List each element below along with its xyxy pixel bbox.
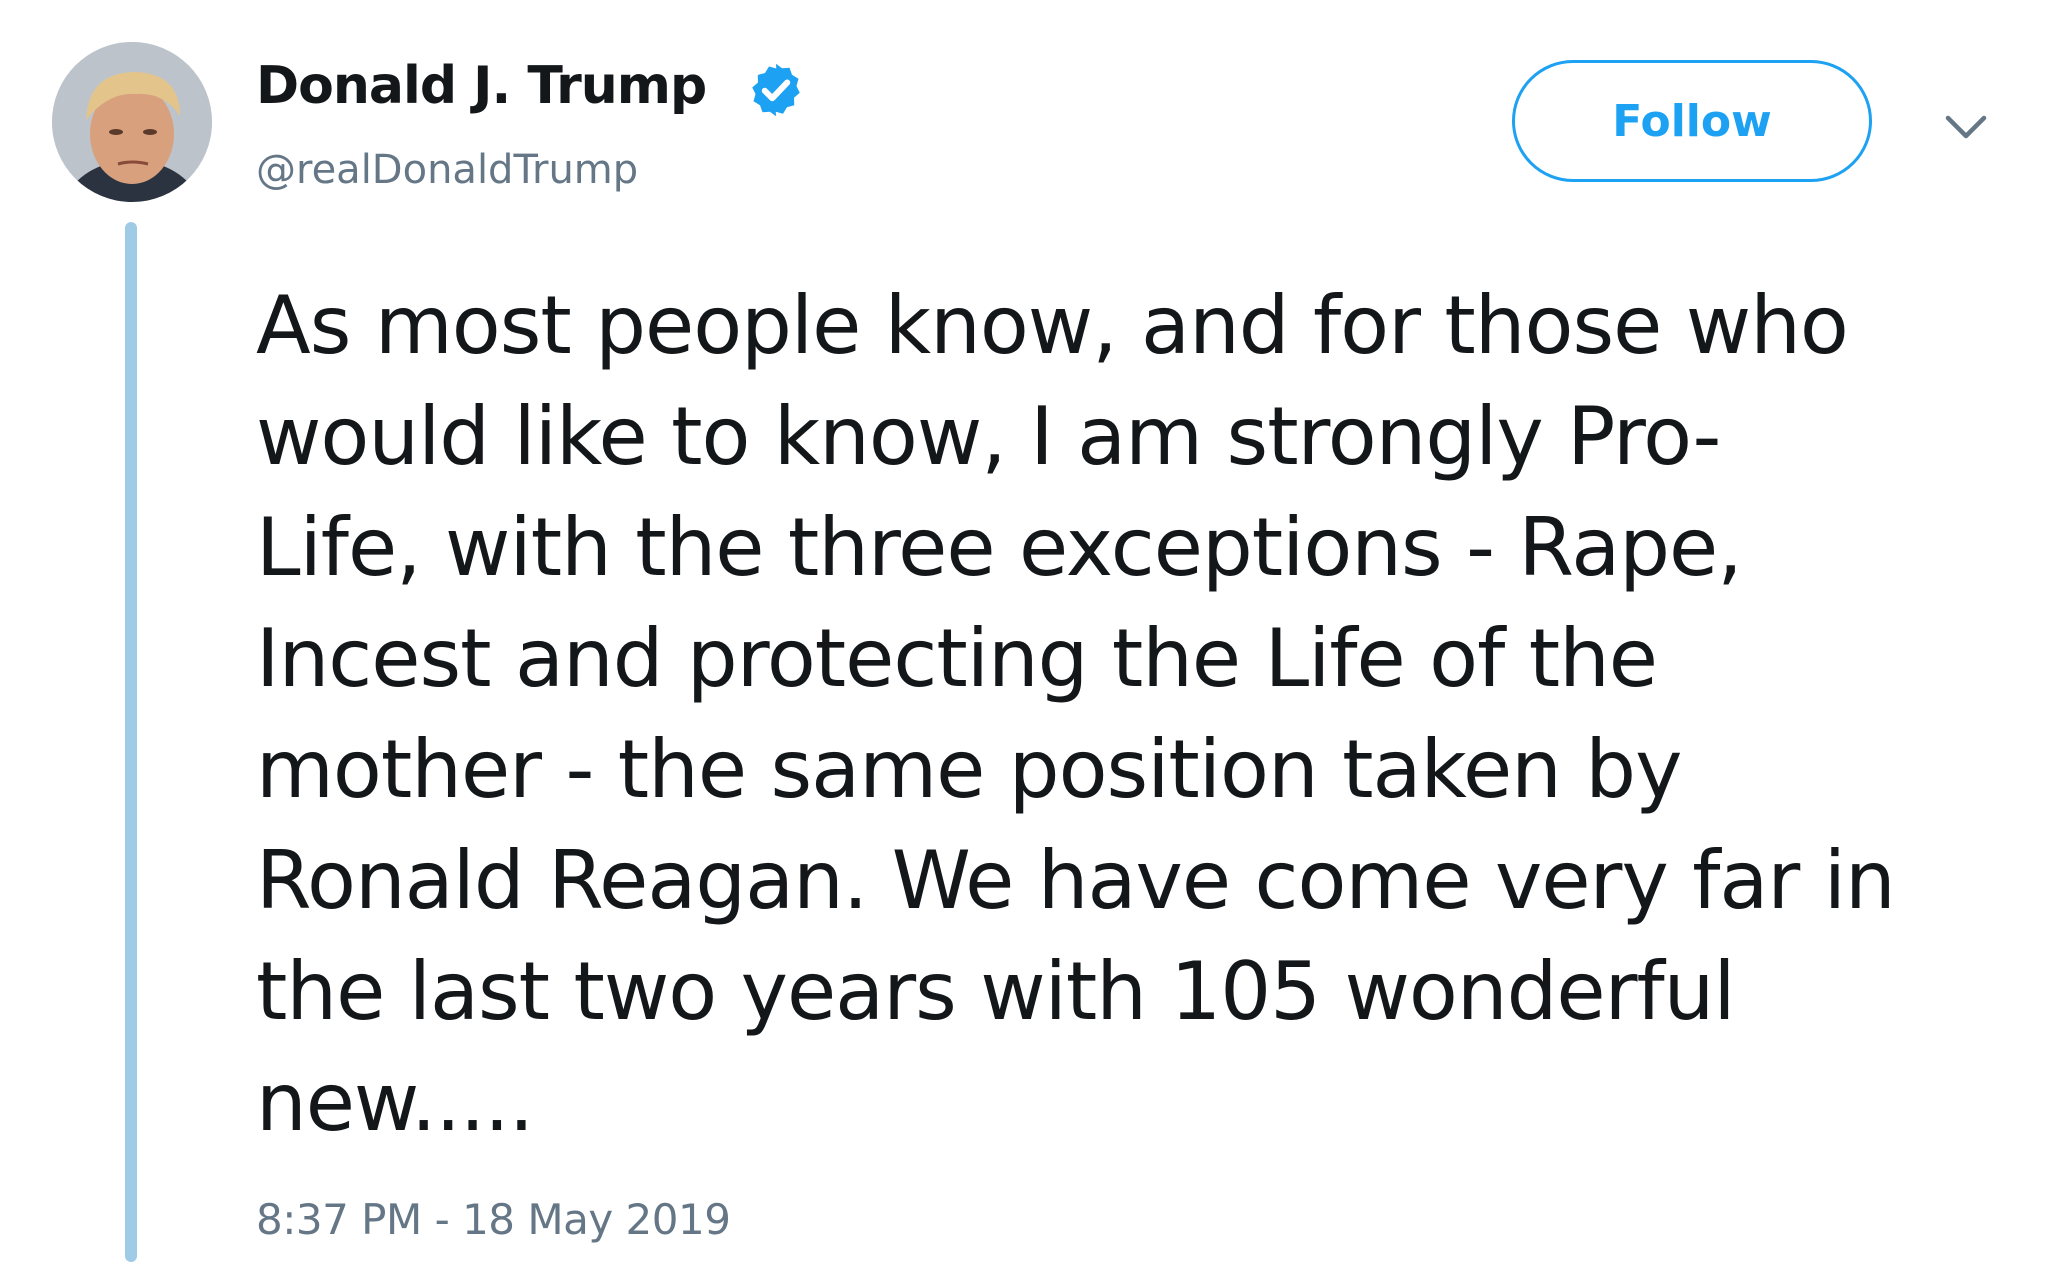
verified-badge-icon <box>746 60 806 120</box>
tweet-card: Donald J. Trump @realDonaldTrump Follow … <box>0 0 2055 1262</box>
avatar-image <box>52 42 212 202</box>
author-handle[interactable]: @realDonaldTrump <box>256 144 638 196</box>
tweet-text-line: Life, with the three exceptions - Rape, <box>256 501 1743 594</box>
tweet-text-line: As most people know, and for those who <box>256 279 1849 372</box>
tweet-text-line: mother - the same position taken by <box>256 723 1682 816</box>
tweet-text-line: Incest and protecting the Life of the <box>256 612 1658 705</box>
tweet-text: As most people know, and for those who w… <box>256 270 2016 1158</box>
tweet-text-line: new..... <box>256 1056 534 1149</box>
thread-connector-line <box>125 222 137 1262</box>
tweet-text-line: the last two years with 105 wonderful <box>256 945 1736 1038</box>
avatar[interactable] <box>52 42 212 202</box>
author-display-name[interactable]: Donald J. Trump <box>256 52 707 120</box>
tweet-timestamp[interactable]: 8:37 PM - 18 May 2019 <box>256 1192 731 1248</box>
chevron-down-icon[interactable] <box>1940 108 1992 148</box>
tweet-text-line: Ronald Reagan. We have come very far in <box>256 834 1896 927</box>
tweet-text-line: would like to know, I am strongly Pro- <box>256 390 1721 483</box>
follow-button[interactable]: Follow <box>1512 60 1872 182</box>
